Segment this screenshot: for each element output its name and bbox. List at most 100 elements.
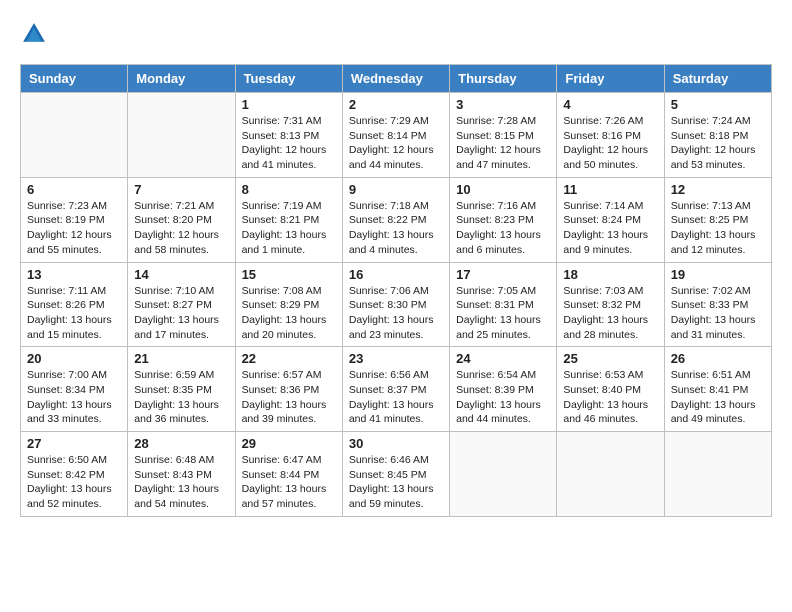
cell-day-number: 29 — [242, 436, 336, 451]
cell-sun-info: Sunrise: 7:31 AMSunset: 8:13 PMDaylight:… — [242, 114, 336, 173]
calendar-week-row: 27Sunrise: 6:50 AMSunset: 8:42 PMDayligh… — [21, 432, 772, 517]
cell-day-number: 7 — [134, 182, 228, 197]
calendar-cell: 15 Sunrise: 7:08 AMSunset: 8:29 PMDayligh… — [235, 262, 342, 347]
cell-day-number: 18 — [563, 267, 657, 282]
calendar-week-row: 13Sunrise: 7:11 AMSunset: 8:26 PMDayligh… — [21, 262, 772, 347]
calendar-table: SundayMondayTuesdayWednesdayThursdayFrid… — [20, 64, 772, 517]
logo — [20, 20, 52, 48]
cell-day-number: 26 — [671, 351, 765, 366]
calendar-cell: 13Sunrise: 7:11 AMSunset: 8:26 PMDayligh… — [21, 262, 128, 347]
cell-sun-info: Sunrise: 7:05 AMSunset: 8:31 PMDaylight:… — [456, 284, 550, 343]
calendar-cell: 18 Sunrise: 7:03 AMSunset: 8:32 PMDayligh… — [557, 262, 664, 347]
day-header-tuesday: Tuesday — [235, 65, 342, 93]
calendar-cell: 19 Sunrise: 7:02 AMSunset: 8:33 PMDayligh… — [664, 262, 771, 347]
cell-sun-info: Sunrise: 7:02 AMSunset: 8:33 PMDaylight:… — [671, 284, 765, 343]
cell-day-number: 19 — [671, 267, 765, 282]
cell-sun-info: Sunrise: 7:08 AMSunset: 8:29 PMDaylight:… — [242, 284, 336, 343]
cell-day-number: 16 — [349, 267, 443, 282]
calendar-cell: 21Sunrise: 6:59 AMSunset: 8:35 PMDayligh… — [128, 347, 235, 432]
calendar-cell: 22Sunrise: 6:57 AMSunset: 8:36 PMDayligh… — [235, 347, 342, 432]
calendar-week-row: 1 Sunrise: 7:31 AMSunset: 8:13 PMDaylight… — [21, 93, 772, 178]
calendar-cell: 12 Sunrise: 7:13 AMSunset: 8:25 PMDayligh… — [664, 177, 771, 262]
cell-day-number: 25 — [563, 351, 657, 366]
calendar-cell: 24Sunrise: 6:54 AMSunset: 8:39 PMDayligh… — [450, 347, 557, 432]
cell-sun-info: Sunrise: 7:24 AMSunset: 8:18 PMDaylight:… — [671, 114, 765, 173]
cell-sun-info: Sunrise: 7:14 AMSunset: 8:24 PMDaylight:… — [563, 199, 657, 258]
cell-sun-info: Sunrise: 7:21 AMSunset: 8:20 PMDaylight:… — [134, 199, 228, 258]
cell-day-number: 30 — [349, 436, 443, 451]
cell-day-number: 14 — [134, 267, 228, 282]
cell-sun-info: Sunrise: 7:10 AMSunset: 8:27 PMDaylight:… — [134, 284, 228, 343]
cell-day-number: 6 — [27, 182, 121, 197]
calendar-cell: 11 Sunrise: 7:14 AMSunset: 8:24 PMDayligh… — [557, 177, 664, 262]
cell-day-number: 17 — [456, 267, 550, 282]
calendar-cell: 30 Sunrise: 6:46 AMSunset: 8:45 PMDayligh… — [342, 432, 449, 517]
cell-day-number: 9 — [349, 182, 443, 197]
calendar-cell: 8 Sunrise: 7:19 AMSunset: 8:21 PMDaylight… — [235, 177, 342, 262]
cell-sun-info: Sunrise: 7:28 AMSunset: 8:15 PMDaylight:… — [456, 114, 550, 173]
cell-sun-info: Sunrise: 7:29 AMSunset: 8:14 PMDaylight:… — [349, 114, 443, 173]
cell-day-number: 8 — [242, 182, 336, 197]
cell-day-number: 1 — [242, 97, 336, 112]
cell-sun-info: Sunrise: 6:48 AMSunset: 8:43 PMDaylight:… — [134, 453, 228, 512]
calendar-cell: 1 Sunrise: 7:31 AMSunset: 8:13 PMDaylight… — [235, 93, 342, 178]
calendar-cell: 10 Sunrise: 7:16 AMSunset: 8:23 PMDayligh… — [450, 177, 557, 262]
cell-sun-info: Sunrise: 6:46 AMSunset: 8:45 PMDaylight:… — [349, 453, 443, 512]
cell-day-number: 5 — [671, 97, 765, 112]
cell-day-number: 10 — [456, 182, 550, 197]
calendar-cell: 9 Sunrise: 7:18 AMSunset: 8:22 PMDaylight… — [342, 177, 449, 262]
cell-sun-info: Sunrise: 7:19 AMSunset: 8:21 PMDaylight:… — [242, 199, 336, 258]
cell-day-number: 12 — [671, 182, 765, 197]
cell-day-number: 2 — [349, 97, 443, 112]
calendar-cell: 16 Sunrise: 7:06 AMSunset: 8:30 PMDayligh… — [342, 262, 449, 347]
calendar-cell: 27Sunrise: 6:50 AMSunset: 8:42 PMDayligh… — [21, 432, 128, 517]
calendar-cell: 3Sunrise: 7:28 AMSunset: 8:15 PMDaylight… — [450, 93, 557, 178]
calendar-week-row: 6 Sunrise: 7:23 AMSunset: 8:19 PMDaylight… — [21, 177, 772, 262]
day-header-friday: Friday — [557, 65, 664, 93]
day-header-thursday: Thursday — [450, 65, 557, 93]
calendar-cell: 6 Sunrise: 7:23 AMSunset: 8:19 PMDaylight… — [21, 177, 128, 262]
cell-sun-info: Sunrise: 7:23 AMSunset: 8:19 PMDaylight:… — [27, 199, 121, 258]
cell-sun-info: Sunrise: 6:56 AMSunset: 8:37 PMDaylight:… — [349, 368, 443, 427]
calendar-cell: 23 Sunrise: 6:56 AMSunset: 8:37 PMDayligh… — [342, 347, 449, 432]
cell-sun-info: Sunrise: 7:16 AMSunset: 8:23 PMDaylight:… — [456, 199, 550, 258]
calendar-cell: 17 Sunrise: 7:05 AMSunset: 8:31 PMDayligh… — [450, 262, 557, 347]
calendar-cell: 20 Sunrise: 7:00 AMSunset: 8:34 PMDayligh… — [21, 347, 128, 432]
calendar-cell: 26 Sunrise: 6:51 AMSunset: 8:41 PMDayligh… — [664, 347, 771, 432]
cell-sun-info: Sunrise: 7:03 AMSunset: 8:32 PMDaylight:… — [563, 284, 657, 343]
cell-sun-info: Sunrise: 6:57 AMSunset: 8:36 PMDaylight:… — [242, 368, 336, 427]
cell-day-number: 21 — [134, 351, 228, 366]
calendar-cell: 7 Sunrise: 7:21 AMSunset: 8:20 PMDaylight… — [128, 177, 235, 262]
page-header — [20, 20, 772, 48]
calendar-cell — [557, 432, 664, 517]
cell-day-number: 20 — [27, 351, 121, 366]
cell-sun-info: Sunrise: 6:50 AMSunset: 8:42 PMDaylight:… — [27, 453, 121, 512]
cell-day-number: 11 — [563, 182, 657, 197]
cell-day-number: 4 — [563, 97, 657, 112]
cell-sun-info: Sunrise: 6:53 AMSunset: 8:40 PMDaylight:… — [563, 368, 657, 427]
cell-sun-info: Sunrise: 7:00 AMSunset: 8:34 PMDaylight:… — [27, 368, 121, 427]
day-header-wednesday: Wednesday — [342, 65, 449, 93]
calendar-cell: 28 Sunrise: 6:48 AMSunset: 8:43 PMDayligh… — [128, 432, 235, 517]
cell-day-number: 28 — [134, 436, 228, 451]
calendar-cell — [450, 432, 557, 517]
calendar-cell: 2 Sunrise: 7:29 AMSunset: 8:14 PMDaylight… — [342, 93, 449, 178]
cell-sun-info: Sunrise: 6:51 AMSunset: 8:41 PMDaylight:… — [671, 368, 765, 427]
cell-day-number: 15 — [242, 267, 336, 282]
calendar-week-row: 20 Sunrise: 7:00 AMSunset: 8:34 PMDayligh… — [21, 347, 772, 432]
cell-day-number: 23 — [349, 351, 443, 366]
calendar-cell — [128, 93, 235, 178]
cell-day-number: 24 — [456, 351, 550, 366]
day-header-sunday: Sunday — [21, 65, 128, 93]
calendar-cell — [664, 432, 771, 517]
calendar-cell: 5 Sunrise: 7:24 AMSunset: 8:18 PMDaylight… — [664, 93, 771, 178]
calendar-cell — [21, 93, 128, 178]
cell-sun-info: Sunrise: 7:13 AMSunset: 8:25 PMDaylight:… — [671, 199, 765, 258]
cell-sun-info: Sunrise: 7:06 AMSunset: 8:30 PMDaylight:… — [349, 284, 443, 343]
day-header-monday: Monday — [128, 65, 235, 93]
calendar-cell: 25 Sunrise: 6:53 AMSunset: 8:40 PMDayligh… — [557, 347, 664, 432]
calendar-header-row: SundayMondayTuesdayWednesdayThursdayFrid… — [21, 65, 772, 93]
cell-sun-info: Sunrise: 7:18 AMSunset: 8:22 PMDaylight:… — [349, 199, 443, 258]
calendar-cell: 14 Sunrise: 7:10 AMSunset: 8:27 PMDayligh… — [128, 262, 235, 347]
cell-sun-info: Sunrise: 7:26 AMSunset: 8:16 PMDaylight:… — [563, 114, 657, 173]
